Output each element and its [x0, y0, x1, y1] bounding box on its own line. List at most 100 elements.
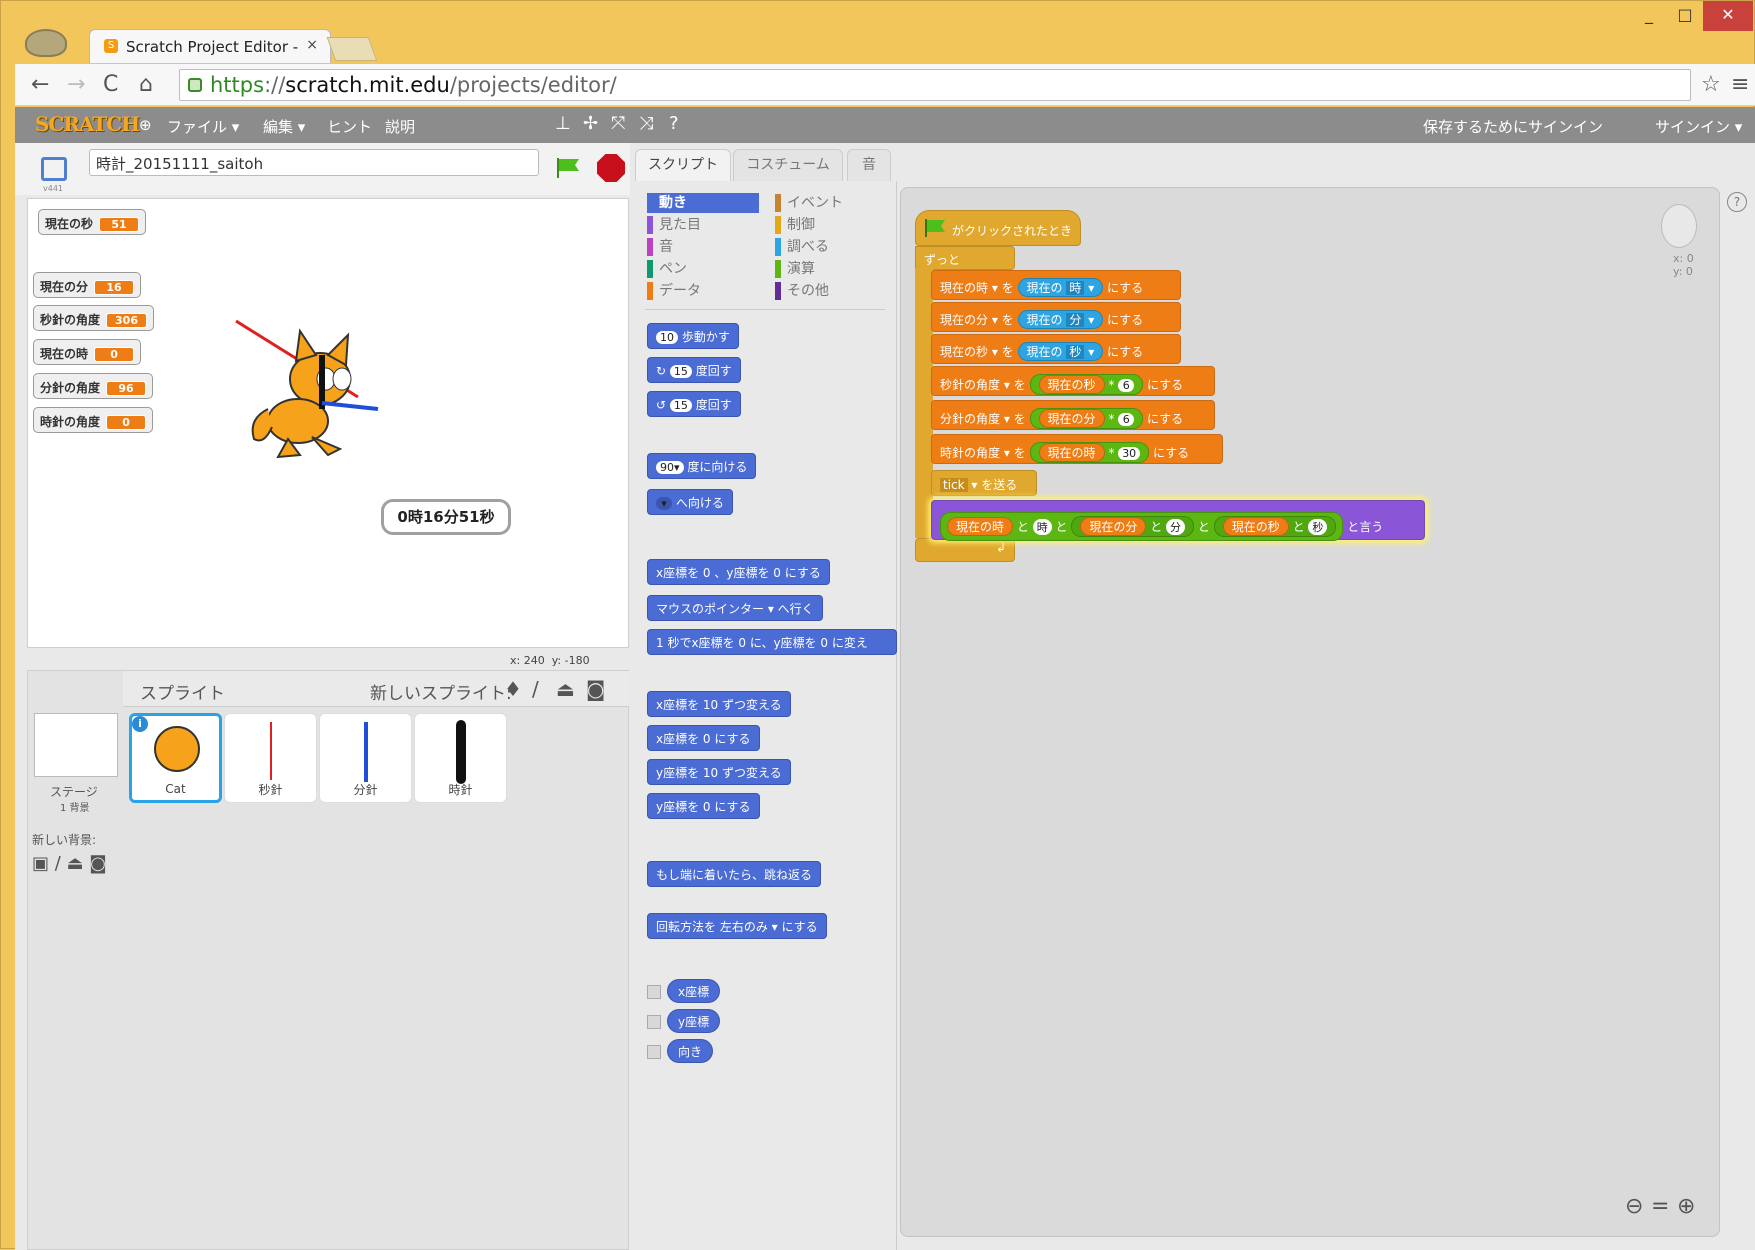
zoom-in-icon[interactable]: ⊕ — [1677, 1194, 1695, 1219]
block-change-y[interactable]: y座標を 10 ずつ変える — [647, 759, 791, 785]
category-events[interactable]: イベント — [775, 193, 887, 213]
zoom-out-icon[interactable]: ⊖ — [1625, 1194, 1643, 1219]
menu-about[interactable]: 説明 — [385, 116, 415, 137]
category-control[interactable]: 制御 — [775, 215, 887, 235]
var-dropdown[interactable]: 現在の分 — [940, 313, 988, 327]
set-minute-block[interactable]: 現在の分 ▾ を 現在の 分 ▾ にする — [931, 302, 1181, 332]
when-flag-clicked-block[interactable]: がクリックされたとき — [915, 210, 1081, 246]
upload-sprite-icon[interactable]: ⏏ — [556, 677, 575, 701]
reporter-y-position[interactable]: y座標 — [667, 1009, 721, 1033]
address-bar[interactable]: https://scratch.mit.edu/projects/editor/ — [179, 69, 1691, 101]
block-rotation-style[interactable]: 回転方法を 左右のみ ▾ にする — [647, 913, 827, 939]
zoom-reset-icon[interactable]: = — [1651, 1194, 1669, 1219]
variable-reporter[interactable]: 現在の分 — [1038, 409, 1105, 428]
backdrop-tools-icon[interactable]: ▣ / ⏏ ◙ — [32, 853, 107, 874]
var-dropdown[interactable]: 時針の角度 — [940, 446, 1000, 460]
category-motion[interactable]: 動き — [647, 193, 759, 213]
block-turn-right[interactable]: ↻ 15 度回す — [647, 357, 741, 383]
paint-sprite-icon[interactable]: / — [532, 677, 539, 701]
field-dropdown[interactable]: 分 — [1066, 313, 1085, 327]
checkbox-direction[interactable] — [647, 1045, 661, 1059]
project-title-input[interactable]: 時計_20151111_saitoh — [89, 149, 539, 176]
fullscreen-icon[interactable] — [41, 157, 67, 181]
block-set-x[interactable]: x座標を 0 にする — [647, 725, 760, 751]
text-input[interactable]: 秒 — [1308, 519, 1328, 535]
join-operator[interactable]: 現在の分 と 分 — [1071, 516, 1195, 537]
var-dropdown[interactable]: 現在の時 — [940, 281, 988, 295]
reporter-direction[interactable]: 向き — [667, 1039, 714, 1063]
block-go-to-xy[interactable]: x座標を 0 、y座標を 0 にする — [647, 559, 830, 585]
forward-icon[interactable]: → — [67, 72, 85, 97]
var-dropdown[interactable]: 分針の角度 — [940, 412, 1000, 426]
var-dropdown[interactable]: 現在の秒 — [940, 345, 988, 359]
current-time-reporter[interactable]: 現在の 時 ▾ — [1017, 278, 1104, 297]
forever-block[interactable]: ずっと — [915, 246, 1015, 270]
help-icon[interactable]: ? — [1727, 192, 1747, 212]
menu-tips[interactable]: ヒント — [327, 116, 372, 137]
tab-scripts[interactable]: スクリプト — [635, 149, 731, 181]
maximize-button[interactable]: □ — [1667, 1, 1703, 31]
block-input[interactable]: 15 — [669, 399, 692, 412]
var-dropdown[interactable]: 秒針の角度 — [940, 378, 1000, 392]
category-pen[interactable]: ペン — [647, 259, 759, 279]
multiply-operator[interactable]: 現在の秒 * 6 — [1029, 374, 1144, 395]
new-tab-button[interactable] — [326, 37, 378, 61]
checkbox-y-position[interactable] — [647, 1015, 661, 1029]
duplicate-tool-icon[interactable]: ⊥ — [555, 113, 571, 134]
tab-sounds[interactable]: 音 — [847, 149, 891, 181]
set-hour-angle-block[interactable]: 時針の角度 ▾ を 現在の時 * 30 にする — [931, 434, 1223, 464]
text-input[interactable]: 分 — [1166, 519, 1186, 535]
broadcast-block[interactable]: tick ▾ を送る — [931, 470, 1037, 496]
menu-edit[interactable]: 編集 ▾ — [263, 116, 305, 137]
set-minute-angle-block[interactable]: 分針の角度 ▾ を 現在の分 * 6 にする — [931, 400, 1215, 430]
minimize-button[interactable]: _ — [1631, 1, 1667, 31]
say-block[interactable]: 現在の時 と 時 と 現在の分 と 分 と 現在の秒 と 秒 と言う — [931, 500, 1425, 541]
menu-file[interactable]: ファイル ▾ — [167, 116, 239, 137]
reload-icon[interactable]: C — [103, 72, 118, 97]
grow-tool-icon[interactable]: ⤧ — [611, 113, 625, 134]
number-input[interactable]: 6 — [1118, 379, 1135, 392]
block-set-y[interactable]: y座標を 0 にする — [647, 793, 760, 819]
number-input[interactable]: 6 — [1118, 413, 1135, 426]
block-turn-left[interactable]: ↺ 15 度回す — [647, 391, 741, 417]
set-second-block[interactable]: 現在の秒 ▾ を 現在の 秒 ▾ にする — [931, 334, 1181, 364]
help-tool-icon[interactable]: ? — [669, 113, 679, 134]
shrink-tool-icon[interactable]: ⤨ — [639, 113, 653, 134]
variable-reporter[interactable]: 現在の秒 — [1038, 375, 1105, 394]
info-icon[interactable]: i — [132, 716, 148, 732]
stage-thumbnail[interactable] — [34, 713, 118, 777]
block-input[interactable]: ▾ — [656, 497, 672, 510]
menu-icon[interactable]: ≡ — [1731, 72, 1749, 97]
cut-tool-icon[interactable]: ✢ — [583, 113, 598, 134]
script-area[interactable]: ? x: 0 y: 0 がクリックされたとき ずっと ↲ 現在の時 ▾ を 現在… — [900, 187, 1747, 1237]
category-data[interactable]: データ — [647, 281, 759, 301]
multiply-operator[interactable]: 現在の時 * 30 — [1029, 442, 1150, 463]
sprite-thumb-hour-hand[interactable]: 時針 — [414, 713, 507, 803]
tab-costumes[interactable]: コスチューム — [733, 149, 843, 181]
stage[interactable]: 現在の秒 51 現在の分 16 秒針の角度 306 現在の時 0 分針の角度 96 時針の… — [27, 198, 629, 667]
block-input[interactable]: 10 — [656, 331, 678, 344]
sign-in-menu[interactable]: サインイン ▾ — [1655, 116, 1742, 137]
category-operators[interactable]: 演算 — [775, 259, 887, 279]
block-bounce[interactable]: もし端に着いたら、跳ね返る — [647, 861, 822, 887]
sprite-thumb-minute-hand[interactable]: 分針 — [319, 713, 412, 803]
field-dropdown[interactable]: 時 — [1066, 281, 1085, 295]
variable-reporter[interactable]: 現在の秒 — [1222, 517, 1289, 536]
block-point-towards[interactable]: ▾ へ向ける — [647, 489, 733, 515]
variable-reporter[interactable]: 現在の分 — [1080, 517, 1147, 536]
join-operator[interactable]: 現在の時 と 時 と 現在の分 と 分 と 現在の秒 と 秒 — [940, 512, 1344, 541]
green-flag-icon[interactable] — [555, 157, 581, 179]
bookmark-star-icon[interactable]: ☆ — [1701, 72, 1721, 97]
block-point-direction[interactable]: 90▾ 度に向ける — [647, 453, 757, 479]
checkbox-x-position[interactable] — [647, 985, 661, 999]
browser-tab[interactable]: S Scratch Project Editor - × — [89, 29, 331, 63]
reporter-x-position[interactable]: x座標 — [667, 979, 721, 1003]
sprite-thumb-cat[interactable]: i Cat — [129, 713, 222, 803]
block-glide[interactable]: 1 秒でx座標を 0 に、y座標を 0 に変え — [647, 629, 897, 655]
cat-sprite[interactable] — [208, 309, 388, 459]
sprite-thumb-second-hand[interactable]: 秒針 — [224, 713, 317, 803]
category-sound[interactable]: 音 — [647, 237, 759, 257]
block-move-steps[interactable]: 10 歩動かす — [647, 323, 739, 349]
join-operator[interactable]: 現在の秒 と 秒 — [1213, 516, 1337, 537]
block-input[interactable]: 15 — [669, 365, 692, 378]
